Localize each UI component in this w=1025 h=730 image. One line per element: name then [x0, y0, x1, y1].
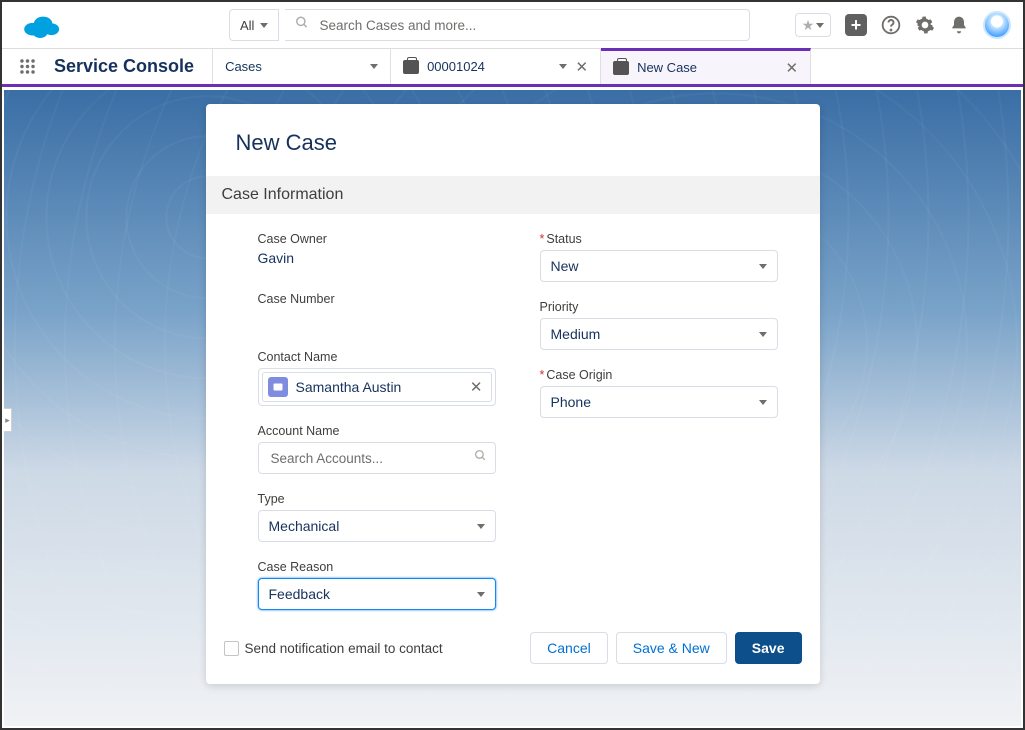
search-scope-label: All	[240, 18, 254, 33]
global-create-button[interactable]: +	[845, 14, 867, 36]
modal-footer: Send notification email to contact Cance…	[206, 620, 820, 664]
send-notification-checkbox[interactable]	[224, 641, 239, 656]
value-case-owner: Gavin	[258, 250, 508, 266]
favorites-button[interactable]: ★	[795, 13, 831, 37]
field-account-name: Account Name	[258, 424, 508, 474]
setup-button[interactable]	[915, 15, 935, 35]
case-origin-value: Phone	[551, 394, 591, 410]
status-value: New	[551, 258, 579, 274]
remove-icon[interactable]: ✕	[470, 378, 483, 396]
user-avatar[interactable]	[983, 11, 1011, 39]
label-priority: Priority	[540, 300, 790, 314]
value-case-number	[258, 310, 508, 328]
global-search	[285, 9, 750, 41]
case-icon	[403, 60, 419, 74]
global-header: All ★ +	[2, 2, 1023, 49]
star-icon: ★	[802, 17, 815, 34]
app-name: Service Console	[52, 49, 213, 84]
priority-value: Medium	[551, 326, 601, 342]
gear-icon	[915, 15, 935, 35]
case-icon	[613, 61, 629, 75]
label-case-origin: *Case Origin	[540, 368, 790, 382]
stage-background: ▸ New Case Case Information Case Owner G…	[4, 90, 1021, 726]
chevron-down-icon	[477, 524, 485, 529]
section-case-information: Case Information	[206, 176, 820, 214]
field-contact-name: Contact Name Samantha Austin ✕	[258, 350, 508, 406]
close-icon[interactable]: ✕	[575, 58, 588, 76]
field-case-owner: Case Owner Gavin	[258, 232, 508, 266]
workspace-tabbar: Service Console Cases 00001024 ✕ New Cas…	[2, 49, 1023, 87]
plus-icon: +	[845, 14, 867, 36]
global-search-input[interactable]	[285, 9, 750, 41]
chevron-down-icon	[260, 23, 268, 28]
field-case-origin: *Case Origin Phone	[540, 368, 790, 418]
modal-title: New Case	[206, 104, 820, 176]
field-case-reason: Case Reason Feedback	[258, 560, 508, 610]
status-picklist[interactable]: New	[540, 250, 778, 282]
case-reason-picklist[interactable]: Feedback	[258, 578, 496, 610]
chevron-down-icon	[759, 400, 767, 405]
workspace-tab-new-case[interactable]: New Case ✕	[601, 48, 811, 84]
contact-icon	[268, 377, 288, 397]
search-icon	[474, 449, 487, 467]
label-case-owner: Case Owner	[258, 232, 508, 246]
chevron-down-icon	[759, 332, 767, 337]
priority-picklist[interactable]: Medium	[540, 318, 778, 350]
grid-icon	[18, 57, 37, 76]
tab-label: Cases	[225, 59, 262, 74]
tab-label: 00001024	[427, 59, 551, 74]
notifications-button[interactable]	[949, 15, 969, 35]
new-case-modal: New Case Case Information Case Owner Gav…	[206, 104, 820, 684]
contact-pill: Samantha Austin ✕	[262, 372, 492, 402]
split-view-handle[interactable]: ▸	[4, 408, 12, 432]
send-notification-label[interactable]: Send notification email to contact	[245, 641, 443, 656]
tab-label: New Case	[637, 60, 777, 75]
contact-lookup[interactable]: Samantha Austin ✕	[258, 368, 496, 406]
salesforce-logo	[20, 10, 62, 40]
bell-icon	[949, 15, 969, 35]
case-reason-value: Feedback	[269, 586, 330, 602]
label-account-name: Account Name	[258, 424, 508, 438]
label-contact-name: Contact Name	[258, 350, 508, 364]
cancel-button[interactable]: Cancel	[530, 632, 608, 664]
form-grid: Case Owner Gavin Case Number Contact Nam…	[206, 214, 820, 620]
chevron-down-icon	[370, 64, 378, 69]
header-actions: ★ +	[795, 11, 1011, 39]
field-priority: Priority Medium	[540, 300, 790, 350]
case-origin-picklist[interactable]: Phone	[540, 386, 778, 418]
field-status: *Status New	[540, 232, 790, 282]
app-launcher[interactable]	[2, 49, 52, 84]
object-tab-cases[interactable]: Cases	[213, 49, 391, 84]
save-and-new-button[interactable]: Save & New	[616, 632, 727, 664]
chevron-down-icon	[816, 23, 824, 28]
chevron-down-icon	[759, 264, 767, 269]
field-case-number: Case Number	[258, 292, 508, 328]
search-scope-dropdown[interactable]: All	[229, 9, 279, 41]
help-button[interactable]	[881, 15, 901, 35]
contact-pill-label: Samantha Austin	[296, 379, 402, 395]
field-type: Type Mechanical	[258, 492, 508, 542]
label-status: *Status	[540, 232, 790, 246]
type-picklist[interactable]: Mechanical	[258, 510, 496, 542]
label-case-reason: Case Reason	[258, 560, 508, 574]
type-value: Mechanical	[269, 518, 340, 534]
search-icon	[295, 16, 309, 35]
workspace-tab-record[interactable]: 00001024 ✕	[391, 49, 601, 84]
close-icon[interactable]: ✕	[785, 59, 798, 77]
question-icon	[881, 15, 901, 35]
account-lookup-input[interactable]	[258, 442, 496, 474]
label-case-number: Case Number	[258, 292, 508, 306]
save-button[interactable]: Save	[735, 632, 802, 664]
chevron-down-icon[interactable]	[559, 64, 567, 69]
label-type: Type	[258, 492, 508, 506]
chevron-down-icon	[477, 592, 485, 597]
